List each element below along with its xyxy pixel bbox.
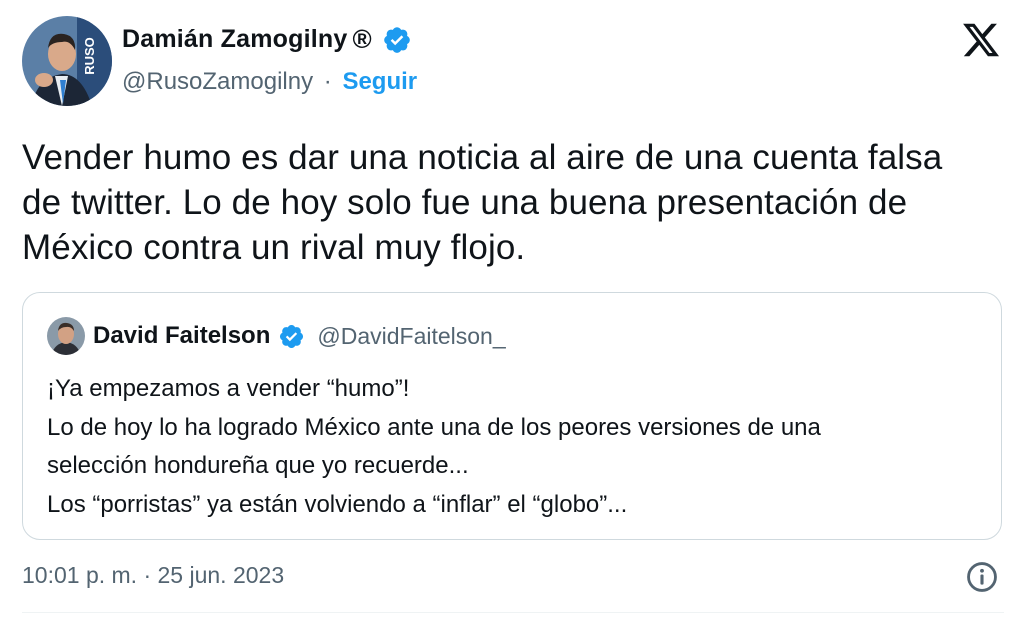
tweet-timestamp[interactable]: 10:01 p. m. · 25 jun. 2023	[22, 562, 284, 589]
author-handle-row: @RusoZamogilny · Seguir	[122, 68, 417, 96]
quoted-handle[interactable]: @DavidFaitelson_	[317, 323, 505, 350]
tweet-text: Vender humo es dar una noticia al aire d…	[22, 138, 943, 267]
x-logo-icon[interactable]	[960, 20, 1002, 60]
quoted-header: David Faitelson @DavidFaitelson_	[93, 322, 506, 350]
quoted-tweet-text: ¡Ya empezamos a vender “humo”! Lo de hoy…	[47, 375, 821, 518]
author-avatar[interactable]: RUSO	[22, 16, 112, 106]
verified-badge-icon	[280, 324, 304, 348]
registered-mark: ®	[352, 24, 372, 54]
tweet-embed: RUSO Damián Zamogilny ® @RusoZamogilny ·…	[0, 0, 1024, 620]
quoted-tweet-card[interactable]: David Faitelson @DavidFaitelson_ ¡Ya emp…	[22, 292, 1002, 540]
info-icon[interactable]	[965, 560, 999, 594]
author-display-name[interactable]: Damián Zamogilny	[122, 25, 347, 54]
bottom-divider	[22, 612, 1004, 613]
author-name-row: Damián Zamogilny ®	[122, 24, 412, 55]
follow-button[interactable]: Seguir	[342, 68, 417, 95]
quoted-display-name[interactable]: David Faitelson	[93, 322, 270, 350]
author-handle[interactable]: @RusoZamogilny	[122, 68, 313, 95]
verified-badge-icon	[383, 26, 410, 53]
avatar-logo-text: RUSO	[82, 37, 97, 75]
separator-dot: ·	[323, 68, 332, 95]
quoted-author-avatar[interactable]	[47, 317, 85, 355]
